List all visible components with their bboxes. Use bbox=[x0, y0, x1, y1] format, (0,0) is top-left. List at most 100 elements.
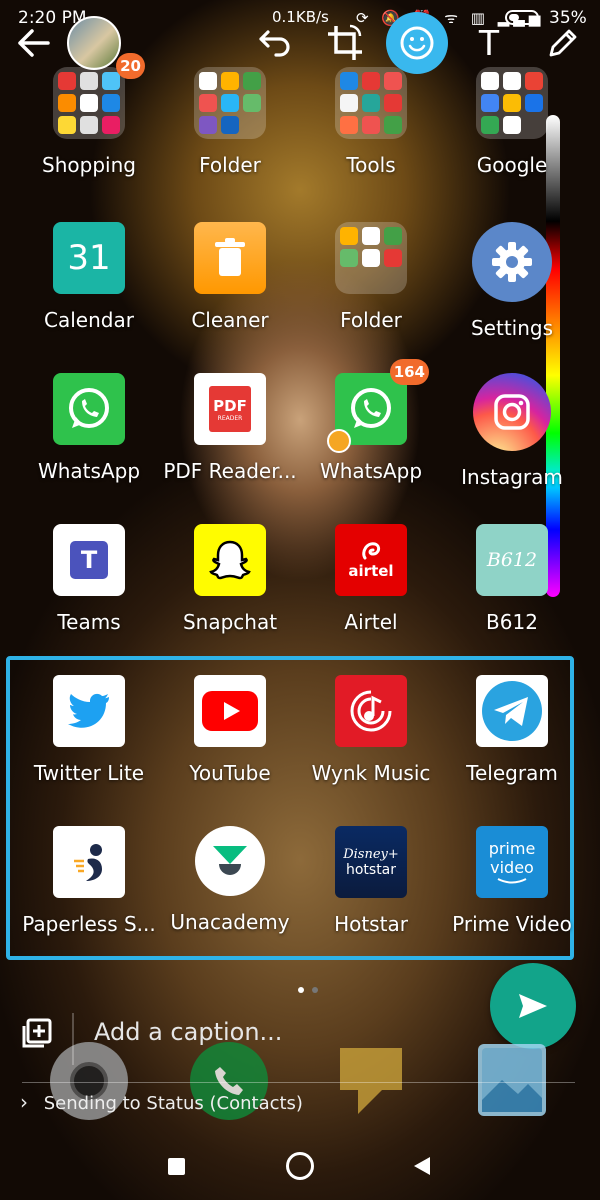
chevron-right-icon: › bbox=[20, 1090, 28, 1114]
home-button[interactable] bbox=[282, 1148, 318, 1184]
emoji-sticker-button[interactable] bbox=[386, 12, 448, 74]
avatar bbox=[67, 16, 121, 70]
app-whatsapp-dual[interactable]: 164 WhatsApp bbox=[296, 359, 446, 483]
app-tools-folder[interactable]: Tools bbox=[296, 67, 446, 177]
folder-icon bbox=[194, 67, 266, 139]
b612-icon: B612 bbox=[476, 524, 548, 596]
app-label: Paperless S... bbox=[22, 912, 156, 936]
folder-icon: 20 bbox=[53, 53, 145, 139]
app-telegram[interactable]: Telegram bbox=[437, 675, 587, 785]
app-label: Hotstar bbox=[334, 912, 408, 936]
calendar-icon: 31 bbox=[53, 222, 125, 294]
navigation-bar bbox=[0, 1128, 600, 1200]
paperless-icon bbox=[53, 826, 125, 898]
calendar-date: 31 bbox=[67, 238, 111, 278]
app-settings[interactable]: Settings bbox=[437, 222, 587, 340]
unacademy-icon bbox=[195, 826, 265, 896]
page-dot bbox=[312, 987, 318, 993]
text-tool-label: T bbox=[478, 22, 500, 63]
pdf-reader-icon: PDF READER bbox=[194, 373, 266, 445]
nav-back-button[interactable] bbox=[404, 1148, 440, 1184]
app-label: Wynk Music bbox=[311, 761, 431, 785]
app-snapchat[interactable]: Snapchat bbox=[155, 524, 305, 634]
back-button[interactable] bbox=[10, 20, 56, 66]
app-label: WhatsApp bbox=[37, 459, 141, 483]
hotstar-icon-text: Disney+ bbox=[343, 846, 399, 862]
app-hotstar[interactable]: Disney+ hotstar Hotstar bbox=[296, 826, 446, 936]
app-label: Airtel bbox=[344, 610, 398, 634]
app-label: Instagram bbox=[461, 465, 563, 489]
app-label: Snapchat bbox=[182, 610, 278, 634]
app-prime-video[interactable]: prime video Prime Video bbox=[437, 826, 587, 936]
app-label: PDF Reader... bbox=[163, 459, 297, 483]
app-folder-1[interactable]: Folder bbox=[155, 67, 305, 177]
home-circle-icon bbox=[286, 1152, 314, 1180]
hotstar-icon-subtext: hotstar bbox=[345, 861, 397, 878]
app-label: B612 bbox=[486, 610, 538, 634]
prime-video-icon: prime video bbox=[476, 826, 548, 898]
whatsapp-icon bbox=[53, 373, 125, 445]
whatsapp-icon: 164 bbox=[327, 359, 429, 453]
app-pdf-reader[interactable]: PDF READER PDF Reader... bbox=[155, 373, 305, 483]
caption-bar bbox=[0, 995, 600, 1081]
status-recipient-row[interactable]: › Sending to Status (Contacts) bbox=[20, 1090, 303, 1114]
airtel-icon: airtel bbox=[335, 524, 407, 596]
pdf-icon-text: PDF bbox=[213, 396, 247, 415]
add-media-icon bbox=[22, 1018, 52, 1048]
pencil-icon bbox=[549, 29, 577, 57]
caption-divider bbox=[72, 1013, 74, 1065]
crop-rotate-button[interactable] bbox=[322, 20, 368, 66]
app-label: Teams bbox=[57, 610, 121, 634]
undo-button[interactable] bbox=[252, 20, 298, 66]
app-label: Calendar bbox=[44, 308, 134, 332]
app-youtube[interactable]: YouTube bbox=[155, 675, 305, 785]
gear-icon bbox=[472, 222, 552, 302]
app-b612[interactable]: B612 B612 bbox=[437, 524, 587, 634]
app-label: Tools bbox=[346, 153, 396, 177]
pdf-icon-subtext: READER bbox=[217, 414, 243, 422]
app-paperless[interactable]: Paperless S... bbox=[14, 826, 164, 936]
folder-icon bbox=[335, 222, 407, 294]
app-folder-2[interactable]: Folder bbox=[296, 222, 446, 332]
notification-badge: 20 bbox=[116, 53, 145, 79]
add-media-button[interactable] bbox=[22, 1018, 52, 1052]
recents-button[interactable] bbox=[158, 1148, 194, 1184]
wynk-music-icon bbox=[335, 675, 407, 747]
twitter-bird-icon bbox=[53, 675, 125, 747]
app-label: Google bbox=[476, 153, 548, 177]
draw-button[interactable] bbox=[540, 20, 586, 66]
airtel-icon-text: airtel bbox=[348, 562, 394, 580]
app-wynk-music[interactable]: Wynk Music bbox=[296, 675, 446, 785]
folder-icon bbox=[335, 67, 407, 139]
app-label: Prime Video bbox=[452, 912, 572, 936]
app-label: WhatsApp bbox=[319, 459, 423, 483]
app-label: Telegram bbox=[466, 761, 558, 785]
teams-icon: T bbox=[53, 524, 125, 596]
app-cleaner[interactable]: Cleaner bbox=[155, 222, 305, 332]
telegram-icon bbox=[476, 675, 548, 747]
back-arrow-icon bbox=[18, 29, 50, 57]
app-shopping-folder[interactable]: 20 Shopping bbox=[14, 53, 164, 177]
app-teams[interactable]: T Teams bbox=[14, 524, 164, 634]
text-tool-button[interactable]: T bbox=[466, 20, 512, 66]
app-twitter-lite[interactable]: Twitter Lite bbox=[14, 675, 164, 785]
app-whatsapp[interactable]: WhatsApp bbox=[14, 373, 164, 483]
app-airtel[interactable]: airtel Airtel bbox=[296, 524, 446, 634]
app-label: YouTube bbox=[189, 761, 271, 785]
app-label: Settings bbox=[470, 316, 554, 340]
caption-input[interactable] bbox=[92, 1017, 476, 1047]
teams-icon-letter: T bbox=[80, 546, 98, 574]
crop-rotate-icon bbox=[328, 24, 362, 60]
app-calendar[interactable]: 31 Calendar bbox=[14, 222, 164, 332]
page-dot-active bbox=[298, 987, 304, 993]
dual-app-icon bbox=[327, 429, 351, 453]
undo-icon bbox=[259, 30, 290, 57]
app-unacademy[interactable]: Unacademy bbox=[155, 826, 305, 934]
prime-icon-text: prime bbox=[488, 839, 536, 858]
app-label: Twitter Lite bbox=[33, 761, 145, 785]
b612-icon-text: B612 bbox=[486, 549, 538, 571]
app-label: Folder bbox=[199, 153, 261, 177]
app-google-folder[interactable]: Google bbox=[437, 67, 587, 177]
app-instagram[interactable]: Instagram bbox=[437, 373, 587, 489]
status-recipient-label: Sending to Status (Contacts) bbox=[43, 1093, 303, 1114]
